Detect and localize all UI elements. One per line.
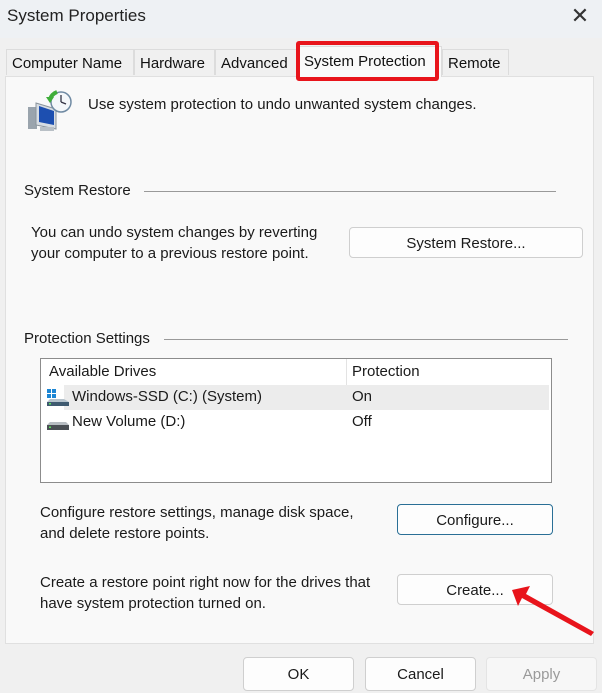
close-icon[interactable]: ✕	[568, 4, 592, 28]
drives-list[interactable]: Available Drives Protection Windows-SSD …	[40, 358, 552, 483]
system-restore-button[interactable]: System Restore...	[349, 227, 583, 258]
drive-protection-status: Off	[352, 413, 372, 430]
protection-settings-group-title: Protection Settings	[24, 330, 154, 347]
column-header-protection[interactable]: Protection	[352, 363, 420, 380]
tab-advanced[interactable]: Advanced	[215, 49, 298, 75]
title-bar: System Properties ✕	[0, 0, 602, 38]
system-restore-description-line1: You can undo system changes by reverting	[31, 224, 318, 241]
cancel-button[interactable]: Cancel	[365, 657, 476, 691]
configure-description: Configure restore settings, manage disk …	[40, 502, 354, 544]
system-restore-description: You can undo system changes by reverting…	[31, 222, 317, 264]
system-restore-divider	[144, 191, 556, 192]
drive-row[interactable]: New Volume (D:) Off	[41, 410, 549, 435]
system-protection-icon	[28, 90, 72, 131]
drive-name: Windows-SSD (C:) (System)	[72, 388, 263, 405]
drive-name: New Volume (D:)	[72, 413, 186, 430]
tab-computer-name[interactable]: Computer Name	[6, 49, 134, 75]
system-restore-group-title: System Restore	[24, 182, 135, 199]
create-description: Create a restore point right now for the…	[40, 572, 370, 614]
protection-settings-divider	[164, 339, 568, 340]
column-header-available-drives[interactable]: Available Drives	[49, 363, 156, 380]
window-title: System Properties	[7, 6, 146, 25]
configure-description-line1: Configure restore settings, manage disk …	[40, 504, 354, 521]
drive-protection-status: On	[352, 388, 373, 405]
intro-text: Use system protection to undo unwanted s…	[88, 96, 477, 113]
drive-row[interactable]: Windows-SSD (C:) (System) On	[41, 385, 549, 410]
system-drive-icon	[47, 389, 69, 406]
create-description-line2: have system protection turned on.	[40, 595, 266, 612]
configure-description-line2: and delete restore points.	[40, 525, 210, 542]
tab-highlight-annotation	[296, 41, 439, 81]
configure-button[interactable]: Configure...	[397, 504, 553, 535]
system-restore-description-line2: your computer to a previous restore poin…	[31, 245, 309, 262]
tab-remote[interactable]: Remote	[442, 49, 509, 75]
drives-list-header: Available Drives Protection	[41, 359, 551, 385]
create-description-line1: Create a restore point right now for the…	[40, 574, 371, 591]
system-protection-panel: Use system protection to undo unwanted s…	[5, 76, 594, 644]
apply-button[interactable]: Apply	[486, 657, 597, 691]
create-button[interactable]: Create...	[397, 574, 553, 605]
tab-hardware[interactable]: Hardware	[134, 49, 215, 75]
ok-button[interactable]: OK	[243, 657, 354, 691]
column-divider[interactable]	[346, 359, 347, 385]
drive-icon	[47, 422, 69, 430]
